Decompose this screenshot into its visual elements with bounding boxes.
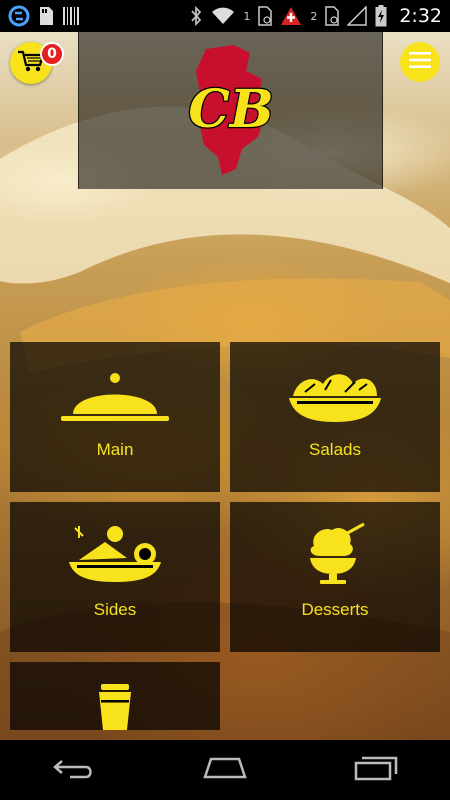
bluetooth-icon	[189, 6, 203, 26]
ice-cream-icon	[302, 522, 368, 586]
logo-graphic: CB	[187, 44, 274, 175]
sim2-icon	[325, 6, 340, 26]
sim1-icon	[258, 6, 273, 26]
category-tile-main[interactable]: Main	[10, 342, 220, 492]
drink-cup-icon	[95, 682, 135, 730]
alert-app-icon	[280, 6, 302, 26]
clock: 2:32	[399, 5, 442, 27]
sd-card-icon	[38, 6, 54, 26]
cart-count-badge: 0	[40, 42, 64, 66]
salad-bowl-icon	[287, 364, 383, 426]
status-bar-right: 1 2 2:32	[189, 5, 442, 27]
status-bar-left	[8, 5, 80, 27]
recent-apps-icon[interactable]	[354, 755, 398, 785]
barcode-icon	[62, 6, 80, 26]
navigation-bar	[0, 740, 450, 800]
status-bar: 1 2 2:32	[0, 0, 450, 32]
category-label: Sides	[93, 600, 137, 619]
category-tile-salads[interactable]: Salads	[230, 342, 440, 492]
wifi-icon	[211, 7, 235, 25]
category-label: Main	[96, 440, 134, 459]
cloche-icon	[59, 364, 171, 426]
category-tile-drinks[interactable]	[10, 662, 220, 730]
sync-app-icon	[8, 5, 30, 27]
category-label: Desserts	[301, 600, 369, 619]
category-tile-desserts[interactable]: Desserts	[230, 502, 440, 652]
signal-icon	[347, 6, 368, 26]
back-icon[interactable]	[52, 757, 96, 783]
sim1-label: 1	[243, 9, 251, 23]
battery-icon	[375, 5, 387, 27]
sim2-label: 2	[310, 9, 318, 23]
logo-text: CB	[188, 79, 273, 140]
home-icon[interactable]	[201, 757, 249, 783]
side-plate-icon	[65, 524, 165, 586]
hamburger-menu-button[interactable]	[400, 42, 440, 82]
category-tile-sides[interactable]: Sides	[10, 502, 220, 652]
hamburger-icon	[409, 51, 431, 73]
restaurant-logo: CB	[78, 32, 383, 189]
category-label: Salads	[309, 440, 361, 459]
